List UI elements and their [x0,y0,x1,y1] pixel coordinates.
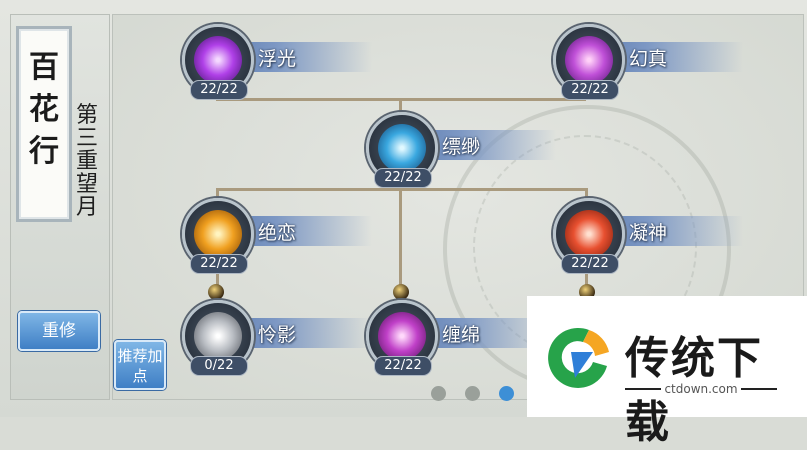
skill-level: 0/22 [190,356,248,376]
wave-icon [378,124,426,172]
skill-node[interactable]: 绝恋 22/22 [182,198,402,274]
skill-node[interactable]: 浮光 22/22 [182,24,402,100]
shadow-icon [194,312,242,360]
skill-name: 幻真 [629,48,668,70]
skill-name: 凝神 [629,222,668,244]
page-dot-active[interactable] [499,386,514,401]
sect-name: 百花行 [29,50,59,169]
ribbon-icon [378,312,426,360]
skill-level: 22/22 [190,80,248,100]
sparkle-icon [565,36,613,84]
reset-button[interactable]: 重修 [18,311,100,351]
connector-line [216,188,586,191]
site-watermark: 传统下载 ctdown.com [527,296,807,448]
bead-icon [393,284,409,300]
slash-icon [194,210,242,258]
skill-level: 22/22 [561,254,619,274]
skill-name: 缠绵 [442,324,481,346]
blade-icon [565,210,613,258]
skill-name: 绝恋 [258,222,297,244]
recommend-points-button[interactable]: 推荐加点 [114,340,166,390]
ctdown-logo-icon [548,327,609,388]
burst-icon [194,36,242,84]
page-dot[interactable] [465,386,480,401]
skill-name: 浮光 [258,48,297,70]
skill-node[interactable]: 凝神 22/22 [553,198,773,274]
bead-icon [208,284,224,300]
sect-subtitle: 第三重望月 [75,103,98,220]
divider [741,388,777,390]
skill-level: 22/22 [190,254,248,274]
skill-level: 22/22 [374,168,432,188]
skill-name: 怜影 [258,324,297,346]
page-dot[interactable] [431,386,446,401]
skill-node[interactable]: 幻真 22/22 [553,24,773,100]
sect-title-card: 百花行 [16,26,72,222]
skill-level: 22/22 [561,80,619,100]
skill-level: 22/22 [374,356,432,376]
skill-node[interactable]: 缥缈 22/22 [366,112,586,188]
skill-name: 缥缈 [442,136,481,158]
